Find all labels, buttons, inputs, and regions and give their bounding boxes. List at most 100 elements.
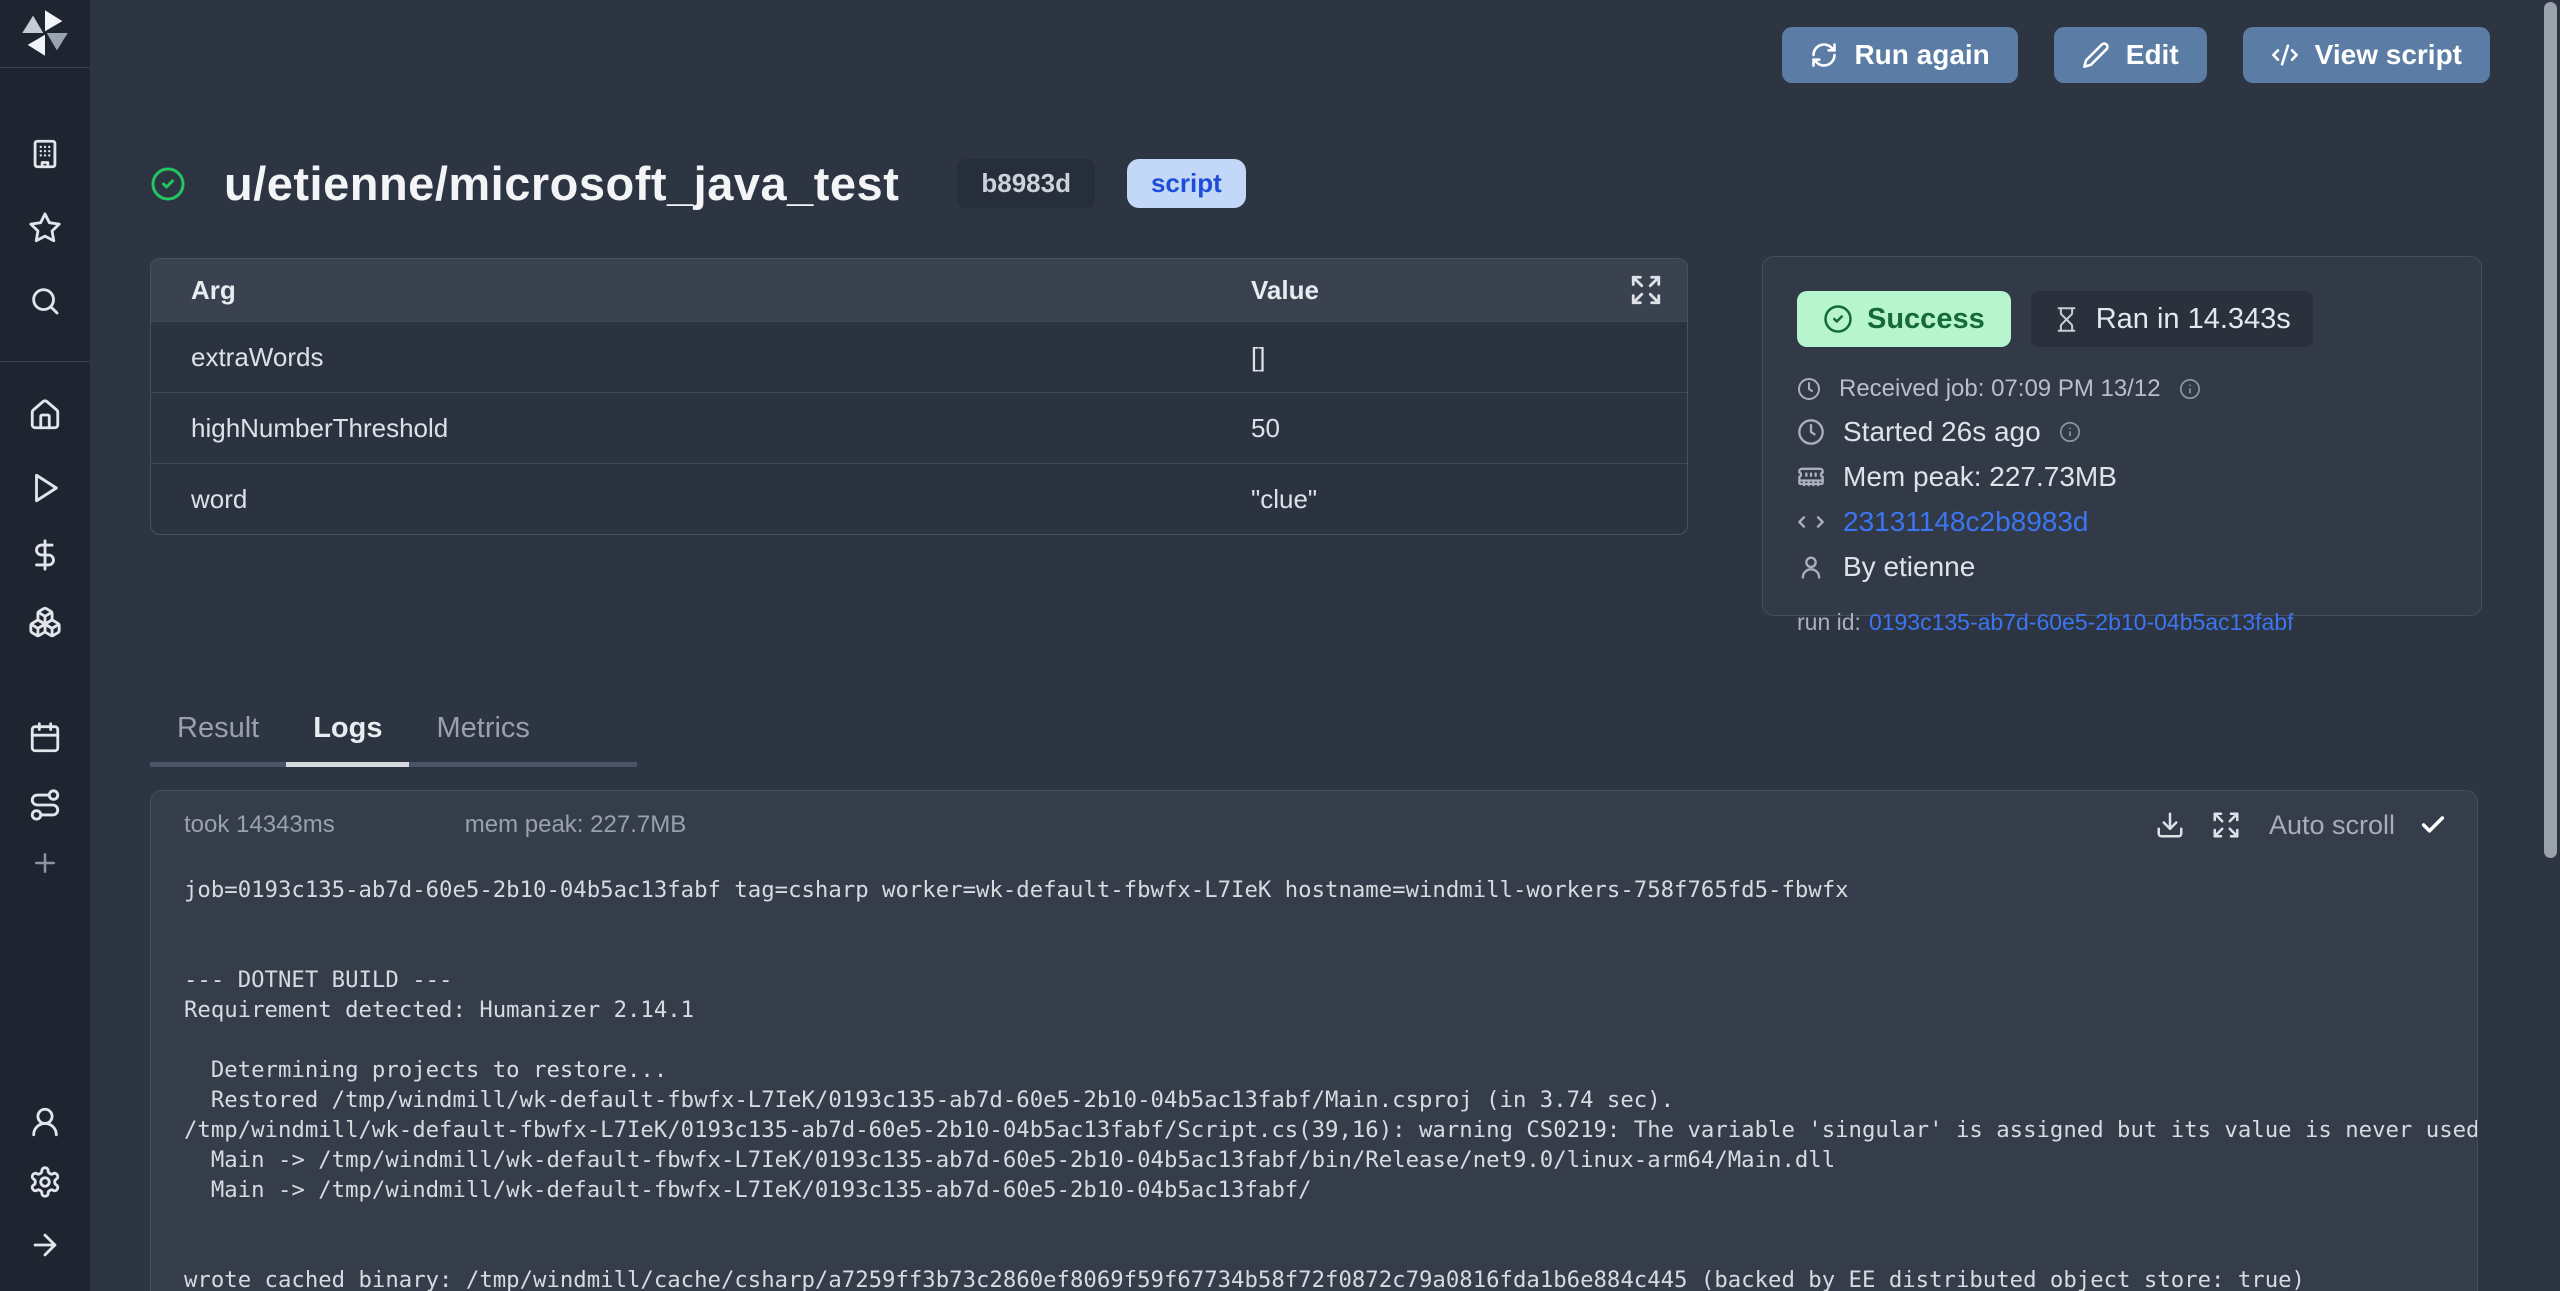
tab-result[interactable]: Result [150,712,286,762]
expand-args-button[interactable] [1629,273,1663,307]
expand-icon [1629,273,1663,307]
table-row: extraWords [] [151,321,1687,392]
sidebar-item-workspace[interactable] [23,132,67,176]
run-id-row: run id: 0193c135-ab7d-60e5-2b10-04b5ac13f… [1797,609,2447,636]
page-title: u/etienne/microsoft_java_test [224,156,899,211]
received-job-label: Received job: 07:09 PM 13/12 [1839,375,2161,403]
clock-icon [1797,418,1825,446]
log-duration: took 14343ms [184,811,335,839]
calendar-icon [28,721,62,755]
arg-name: extraWords [151,342,323,373]
sidebar-item-resources[interactable] [23,600,67,644]
arg-value: 50 [1251,413,1280,444]
star-icon [28,211,62,245]
refresh-icon [1810,41,1838,69]
home-icon [28,398,62,432]
windmill-logo-icon[interactable] [19,7,71,59]
log-mem-peak: mem peak: 227.7MB [465,811,686,839]
arg-name: word [151,484,247,515]
mem-peak-label: Mem peak: 227.73MB [1843,461,2117,493]
circle-check-icon [1823,304,1853,334]
download-icon [2155,810,2185,840]
args-table: Arg Value extraWords [] highNumberThresh… [150,258,1688,535]
tab-metrics[interactable]: Metrics [409,712,556,762]
arg-column-header: Arg [151,275,236,306]
version-hash-badge: b8983d [957,159,1095,208]
tab-bar: Result Logs Metrics [150,712,637,767]
user-icon [1797,553,1825,581]
status-panel: Success Ran in 14.343s Received job: 07:… [1762,256,2482,616]
view-script-label: View script [2315,39,2462,71]
sidebar-divider [0,67,90,68]
run-again-label: Run again [1854,39,1989,71]
table-row: highNumberThreshold 50 [151,392,1687,463]
sidebar-item-favorites[interactable] [23,206,67,250]
search-icon [28,284,62,318]
sidebar-item-account[interactable] [23,1100,67,1144]
run-id-label: run id: [1797,609,1861,635]
sidebar-item-home[interactable] [23,393,67,437]
plus-icon [30,848,60,878]
play-icon [28,471,62,505]
edit-button[interactable]: Edit [2054,27,2207,83]
gear-icon [28,1165,62,1199]
success-check-icon [150,166,186,202]
sidebar-item-schedules[interactable] [23,716,67,760]
auto-scroll-label: Auto scroll [2269,810,2395,841]
route-icon [28,788,62,822]
status-row: Success Ran in 14.343s [1797,291,2447,347]
table-row: word "clue" [151,463,1687,534]
run-duration: Ran in 14.343s [2031,291,2313,347]
check-icon [2419,811,2447,839]
tab-logs[interactable]: Logs [286,712,409,767]
run-duration-label: Ran in 14.343s [2096,303,2291,336]
log-output: job=0193c135-ab7d-60e5-2b10-04b5ac13fabf… [151,849,2477,1291]
received-job-row: Received job: 07:09 PM 13/12 [1797,375,2447,403]
script-kind-badge: script [1127,159,1246,208]
run-again-button[interactable]: Run again [1782,27,2017,83]
dollar-icon [28,538,62,572]
status-label: Success [1867,303,1985,336]
expand-icon [2211,810,2241,840]
sidebar-item-create[interactable] [23,841,67,885]
author-row: By etienne [1797,551,2447,583]
clock-icon [1797,377,1821,401]
log-header: took 14343ms mem peak: 227.7MB Auto scro… [151,791,2477,849]
sidebar-item-runs[interactable] [23,466,67,510]
mem-peak-row: Mem peak: 227.73MB [1797,461,2447,493]
started-row: Started 26s ago [1797,416,2447,448]
sidebar-item-variables[interactable] [23,533,67,577]
script-hash-row: 23131148c2b8983d [1797,506,2447,538]
args-table-header: Arg Value [151,259,1687,321]
auto-scroll-checkbox[interactable] [2419,811,2447,839]
value-column-header: Value [1251,275,1319,306]
sidebar-item-search[interactable] [23,279,67,323]
arg-value: [] [1251,342,1265,373]
title-row: u/etienne/microsoft_java_test b8983d scr… [150,156,1246,211]
run-id-link[interactable]: 0193c135-ab7d-60e5-2b10-04b5ac13fabf [1869,609,2294,635]
sidebar-divider [0,361,90,362]
memory-stick-icon [1797,463,1825,491]
info-icon[interactable] [2059,421,2081,443]
code-icon [1797,508,1825,536]
app-root: Run again Edit View script u/etienne/mic… [0,0,2560,1291]
sidebar-item-settings[interactable] [23,1160,67,1204]
sidebar-collapse-button[interactable] [23,1223,67,1267]
page-scrollbar[interactable] [2544,2,2557,858]
sidebar-item-flows[interactable] [23,783,67,827]
edit-label: Edit [2126,39,2179,71]
user-icon [28,1105,62,1139]
boxes-icon [28,605,62,639]
arrow-right-icon [28,1228,62,1262]
arg-value: "clue" [1251,484,1317,515]
expand-logs-button[interactable] [2211,810,2241,840]
view-script-button[interactable]: View script [2243,27,2490,83]
script-hash-link[interactable]: 23131148c2b8983d [1843,506,2089,538]
status-badge: Success [1797,291,2011,347]
author-label: By etienne [1843,551,1975,583]
sidebar [0,0,90,1291]
arg-name: highNumberThreshold [151,413,448,444]
code-icon [2271,41,2299,69]
download-logs-button[interactable] [2155,810,2185,840]
info-icon[interactable] [2179,378,2201,400]
